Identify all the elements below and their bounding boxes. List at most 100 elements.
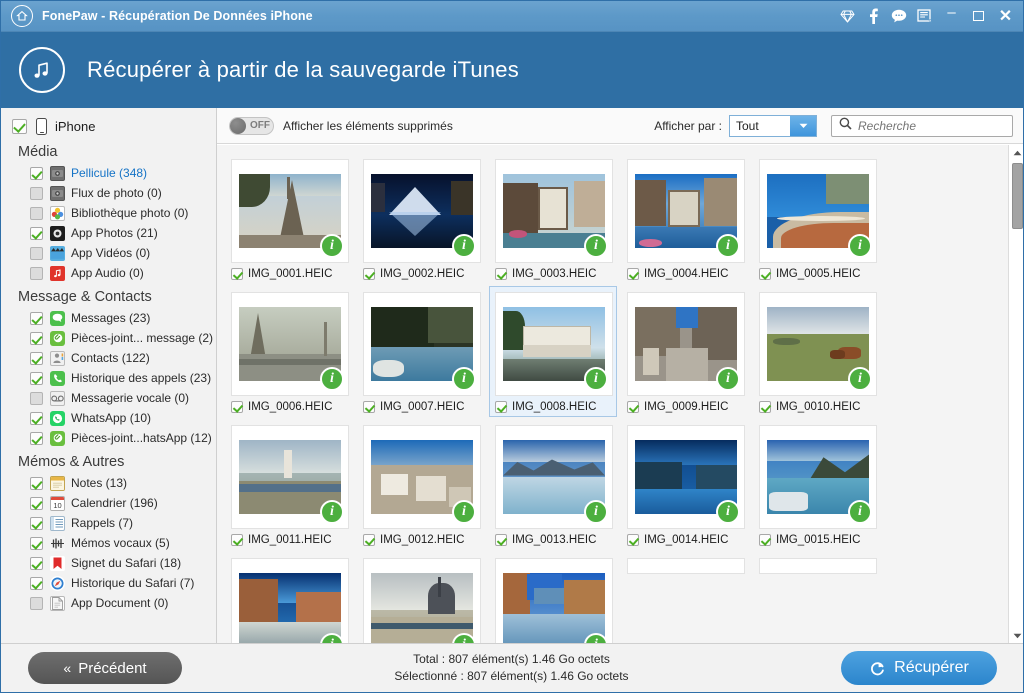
item-checkbox[interactable] [231,534,243,546]
item-checkbox[interactable] [30,266,43,280]
item-checkbox[interactable] [30,391,43,405]
item-checkbox[interactable] [363,534,375,546]
sidebar-item-contacts-122[interactable]: Contacts (122) [1,348,216,368]
search-input[interactable] [858,118,998,133]
item-checkbox[interactable] [30,331,43,345]
thumbnail-frame[interactable] [627,558,745,574]
info-icon[interactable]: i [452,500,476,524]
info-icon[interactable]: i [584,500,608,524]
sidebar-item-historique-des-appels-23[interactable]: Historique des appels (23) [1,368,216,388]
item-checkbox[interactable] [30,206,43,220]
sidebar-item-m-mos-vocaux-5[interactable]: Mémos vocaux (5) [1,533,216,553]
sidebar-item-pellicule-348[interactable]: Pellicule (348) [1,163,216,183]
thumbnail-cell[interactable]: i IMG_0012.HEIC [357,419,485,550]
sidebar-item-rappels-7[interactable]: Rappels (7) [1,513,216,533]
thumbnail-frame[interactable] [759,558,877,574]
thumbnail-cell-partial[interactable] [753,552,881,643]
item-checkbox[interactable] [759,534,771,546]
item-checkbox[interactable] [30,596,43,610]
filter-select[interactable]: Tout [729,114,817,137]
sidebar-item-app-document-0[interactable]: App Document (0) [1,593,216,613]
thumbnail-frame[interactable]: i [495,558,613,643]
info-icon[interactable]: i [848,234,872,258]
thumbnail-frame[interactable]: i [759,425,877,529]
minimize-button[interactable]: – [938,1,965,32]
thumbnail-cell-partial[interactable] [621,552,749,643]
close-button[interactable]: ✕ [992,1,1019,32]
sidebar-item-pi-ces-joint-message-2[interactable]: Pièces-joint... message (2) [1,328,216,348]
item-checkbox[interactable] [627,268,639,280]
item-checkbox[interactable] [363,401,375,413]
thumbnail-cell[interactable]: i IMG_0011.HEIC [225,419,353,550]
info-icon[interactable]: i [848,500,872,524]
sidebar-item-app-vid-os-0[interactable]: App Vidéos (0) [1,243,216,263]
sidebar-item-whatsapp-10[interactable]: WhatsApp (10) [1,408,216,428]
facebook-icon[interactable] [860,1,886,32]
item-checkbox[interactable] [30,576,43,590]
thumbnail-grid-scroll[interactable]: i IMG_0001.HEIC i IMG_0002.HEIC i IMG_00… [217,145,1023,643]
item-checkbox[interactable] [30,496,43,510]
item-checkbox[interactable] [30,411,43,425]
thumbnail-frame[interactable]: i [363,558,481,643]
info-icon[interactable]: i [716,234,740,258]
vertical-scrollbar[interactable] [1008,145,1023,643]
scroll-down-icon[interactable] [1009,628,1023,643]
sidebar-item-historique-du-safari-7[interactable]: Historique du Safari (7) [1,573,216,593]
item-checkbox[interactable] [759,401,771,413]
thumbnail-frame[interactable]: i [231,425,349,529]
feedback-icon[interactable] [912,1,938,32]
thumbnail-cell[interactable]: i IMG_0010.HEIC [753,286,881,417]
sidebar-item-app-photos-21[interactable]: App Photos (21) [1,223,216,243]
item-checkbox[interactable] [30,556,43,570]
item-checkbox[interactable] [363,268,375,280]
recover-button[interactable]: Récupérer [841,651,997,685]
thumbnail-frame[interactable]: i [759,292,877,396]
sidebar-item-notes-13[interactable]: Notes (13) [1,473,216,493]
item-checkbox[interactable] [627,401,639,413]
info-icon[interactable]: i [716,500,740,524]
item-checkbox[interactable] [30,226,43,240]
item-checkbox[interactable] [30,311,43,325]
item-checkbox[interactable] [30,351,43,365]
scrollbar-thumb[interactable] [1012,163,1023,229]
info-icon[interactable]: i [320,234,344,258]
thumbnail-frame[interactable]: i [759,159,877,263]
info-icon[interactable]: i [452,234,476,258]
previous-button[interactable]: « Précédent [28,652,182,684]
thumbnail-cell[interactable]: i IMG_0009.HEIC [621,286,749,417]
thumbnail-cell[interactable]: i IMG_0007.HEIC [357,286,485,417]
thumbnail-frame[interactable]: i [363,292,481,396]
item-checkbox[interactable] [627,534,639,546]
thumbnail-cell[interactable]: i IMG_0019.HEIC [489,552,617,643]
info-icon[interactable]: i [848,367,872,391]
info-icon[interactable]: i [320,500,344,524]
item-checkbox[interactable] [759,268,771,280]
item-checkbox[interactable] [495,401,507,413]
chat-icon[interactable] [886,1,912,32]
thumbnail-cell[interactable]: i IMG_0002.HEIC [357,153,485,284]
item-checkbox[interactable] [30,476,43,490]
item-checkbox[interactable] [30,371,43,385]
sidebar-item-signet-du-safari-18[interactable]: Signet du Safari (18) [1,553,216,573]
item-checkbox[interactable] [231,401,243,413]
thumbnail-cell[interactable]: i IMG_0006.HEIC [225,286,353,417]
sidebar-item-calendrier-196[interactable]: 10 Calendrier (196) [1,493,216,513]
maximize-button[interactable] [965,1,992,32]
info-icon[interactable]: i [584,234,608,258]
sidebar-item-flux-de-photo-0[interactable]: Flux de photo (0) [1,183,216,203]
show-deleted-toggle[interactable]: OFF [229,116,274,135]
thumbnail-cell[interactable]: i IMG_0004.HEIC [621,153,749,284]
info-icon[interactable]: i [320,367,344,391]
thumbnail-cell[interactable]: i IMG_0001.HEIC [225,153,353,284]
search-box[interactable] [831,114,1013,137]
sidebar-item-messagerie-vocale-0[interactable]: Messagerie vocale (0) [1,388,216,408]
sidebar-item-app-audio-0[interactable]: App Audio (0) [1,263,216,283]
item-checkbox[interactable] [30,186,43,200]
thumbnail-frame[interactable]: i [627,425,745,529]
thumbnail-frame[interactable]: i [363,425,481,529]
item-checkbox[interactable] [495,534,507,546]
diamond-icon[interactable] [834,1,860,32]
thumbnail-frame[interactable]: i [495,159,613,263]
chevron-down-icon[interactable] [790,115,816,136]
item-checkbox[interactable] [30,536,43,550]
